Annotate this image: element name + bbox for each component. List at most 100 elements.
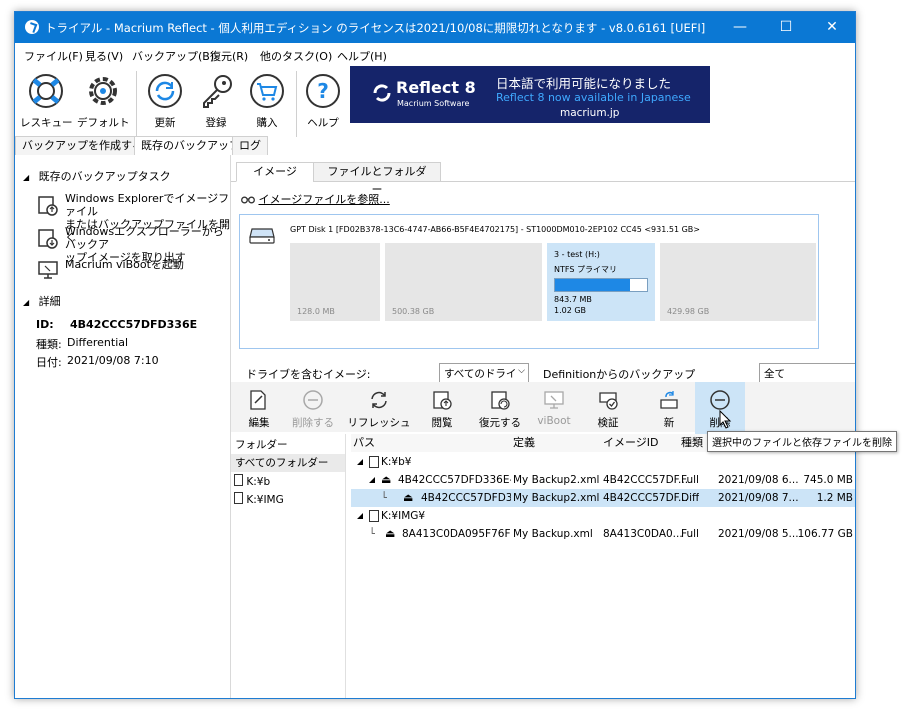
- column-path[interactable]: パス: [353, 434, 375, 452]
- tree-line: └: [369, 528, 376, 540]
- verify-label: 検証: [597, 417, 619, 429]
- folder-item-img[interactable]: K:¥IMG: [234, 492, 284, 506]
- detail-type-label: 種類:: [36, 338, 62, 351]
- hard-disk-icon: [249, 228, 275, 244]
- browse-label: 閲覧: [431, 417, 453, 429]
- refresh-label: リフレッシュ: [347, 417, 411, 429]
- register-button[interactable]: 登録: [190, 71, 242, 141]
- chevron-down-icon: ⌵: [518, 366, 525, 376]
- lifebuoy-icon: [29, 74, 63, 108]
- tab-image[interactable]: イメージ: [236, 162, 314, 182]
- partition-usage-bar: [554, 278, 648, 292]
- tab-existing-backups[interactable]: 既存のバックアップ: [134, 136, 247, 155]
- detail-date-label: 日付:: [36, 356, 62, 369]
- task-launch-viboot[interactable]: Macrium viBootを起動: [37, 258, 184, 279]
- tab-create-backup[interactable]: バックアップを作成する: [15, 136, 150, 155]
- row-type: Full: [681, 528, 699, 540]
- window-title: トライアル - Macrium Reflect - 個人利用エディション のライ…: [45, 21, 706, 35]
- edit-icon: [250, 390, 266, 410]
- verify-button[interactable]: 検証: [582, 388, 634, 430]
- defaults-button[interactable]: デフォルト: [77, 71, 130, 141]
- expand-arrow-icon: ◢: [369, 475, 376, 484]
- partition-4[interactable]: 429.98 GB: [660, 243, 816, 321]
- app-logo-icon: [25, 20, 39, 34]
- verify-icon: [599, 392, 618, 410]
- detail-id-label: ID:: [36, 318, 54, 331]
- partition-3-total: 1.02 GB: [554, 306, 587, 315]
- restore-button[interactable]: 復元する: [470, 388, 530, 430]
- restore-label: 復元する: [479, 417, 521, 429]
- update-button[interactable]: 更新: [139, 71, 191, 141]
- task-3-line1: Macrium viBootを起動: [65, 258, 184, 271]
- partition-1[interactable]: 128.0 MB: [290, 243, 380, 321]
- partition-2[interactable]: 500.38 GB: [385, 243, 542, 321]
- main-toolbar: レスキュー デフォルト 更新 登録 購入 ? ヘルプ Reflect 8 Mac…: [15, 65, 855, 145]
- column-image-id[interactable]: イメージID: [603, 434, 659, 452]
- menu-restore[interactable]: 復元(R): [210, 48, 248, 64]
- backup-image-icon: ⏏: [381, 473, 392, 486]
- browse-image-link[interactable]: イメージファイルを参照...: [241, 191, 390, 207]
- key-icon: [203, 75, 232, 108]
- table-row[interactable]: └ ⏏ 8A413C0DA095F76F-... My Backup.xml 8…: [351, 525, 855, 543]
- title-bar[interactable]: トライアル - Macrium Reflect - 個人利用エディション のライ…: [15, 12, 855, 43]
- buy-button[interactable]: 購入: [241, 71, 293, 141]
- new-icon: [660, 391, 678, 409]
- browse-icon: [433, 391, 452, 410]
- rescue-label: レスキュー: [20, 117, 73, 129]
- menu-other-tasks[interactable]: 他のタスク(O): [260, 48, 332, 64]
- details-section-header[interactable]: ◢ 詳細: [23, 293, 61, 309]
- row-date: 2021/09/08 5...: [718, 528, 799, 540]
- menu-file[interactable]: ファイル(F): [24, 48, 83, 64]
- drive-filter-select[interactable]: すべてのドライ ⌵: [439, 363, 529, 383]
- rescue-button[interactable]: レスキュー: [20, 71, 73, 141]
- partition-3-used: 843.7 MB: [554, 295, 592, 304]
- row-image-id: 4B42CCC57DF...: [603, 474, 689, 486]
- partition-1-size: 128.0 MB: [297, 307, 335, 316]
- folder-item-b[interactable]: K:¥b: [234, 474, 270, 488]
- maximize-button[interactable]: ☐: [763, 12, 809, 43]
- viboot-button[interactable]: viBoot: [528, 388, 580, 427]
- tasks-section-header[interactable]: ◢ 既存のバックアップタスク: [23, 168, 171, 184]
- partition-3-selected[interactable]: 3 - test (H:) NTFS プライマリ 843.7 MB 1.02 G…: [547, 243, 655, 321]
- column-type[interactable]: 種類: [681, 434, 703, 452]
- folder-item-all[interactable]: すべてのフォルダー: [231, 454, 345, 472]
- close-button[interactable]: ✕: [809, 12, 855, 43]
- row-path: 8A413C0DA095F76F-...: [402, 528, 511, 540]
- backup-image-icon: ⏏: [403, 491, 414, 504]
- register-label: 登録: [205, 117, 227, 129]
- collapse-arrow-icon: ◢: [23, 173, 30, 182]
- help-button[interactable]: ? ヘルプ: [297, 71, 349, 141]
- promo-banner[interactable]: Reflect 8 Macrium Software 日本語で利用可能になりまし…: [350, 66, 710, 123]
- edit-button[interactable]: 編集: [233, 388, 285, 430]
- detail-id-value: 4B42CCC57DFD336E: [70, 318, 198, 331]
- definition-filter-value: 全て: [764, 368, 785, 380]
- menu-backup[interactable]: バックアップ(B): [132, 48, 214, 64]
- table-row-folder[interactable]: ◢ K:¥IMG¥: [351, 507, 855, 525]
- tab-files-folders[interactable]: ファイルとフォルダー: [313, 162, 441, 196]
- row-image-id: 8A413C0DA0...: [603, 528, 683, 540]
- help-label: ヘルプ: [307, 117, 339, 129]
- browse-button[interactable]: 閲覧: [416, 388, 468, 430]
- menu-help[interactable]: ヘルプ(H): [337, 48, 387, 64]
- row-size: 106.77 GB: [797, 528, 853, 540]
- partition-4-size: 429.98 GB: [667, 307, 710, 316]
- image-action-bar: 編集 削除する リフレッシュ 閲覧 復元する viBoot 検証 新: [231, 382, 855, 436]
- row-definition: My Backup2.xml: [513, 492, 600, 504]
- definition-filter-select[interactable]: 全て: [759, 363, 855, 383]
- column-definition[interactable]: 定義: [513, 434, 535, 452]
- table-row-folder[interactable]: ◢ K:¥b¥: [351, 453, 855, 471]
- tree-line: └: [381, 492, 388, 504]
- partition-3-name: 3 - test (H:): [554, 250, 600, 259]
- minimize-button[interactable]: —: [717, 12, 763, 43]
- disk-title: GPT Disk 1 [FD02B378-13C6-4747-AB66-B5F4…: [290, 225, 700, 234]
- new-label: 新: [663, 417, 675, 429]
- delete-disabled-button[interactable]: 削除する: [287, 388, 339, 430]
- tab-log[interactable]: ログ: [232, 136, 268, 155]
- new-button[interactable]: 新: [643, 388, 695, 430]
- refresh-button[interactable]: リフレッシュ: [347, 388, 411, 430]
- menu-view[interactable]: 見る(V): [85, 48, 123, 64]
- table-row-selected[interactable]: └ ⏏ 4B42CCC57DFD3... My Backup2.xml 4B42…: [351, 489, 855, 507]
- row-type: Full: [681, 474, 699, 486]
- table-row[interactable]: ◢ ⏏ 4B42CCC57DFD336E-... My Backup2.xml …: [351, 471, 855, 489]
- row-path: 4B42CCC57DFD3...: [421, 492, 511, 504]
